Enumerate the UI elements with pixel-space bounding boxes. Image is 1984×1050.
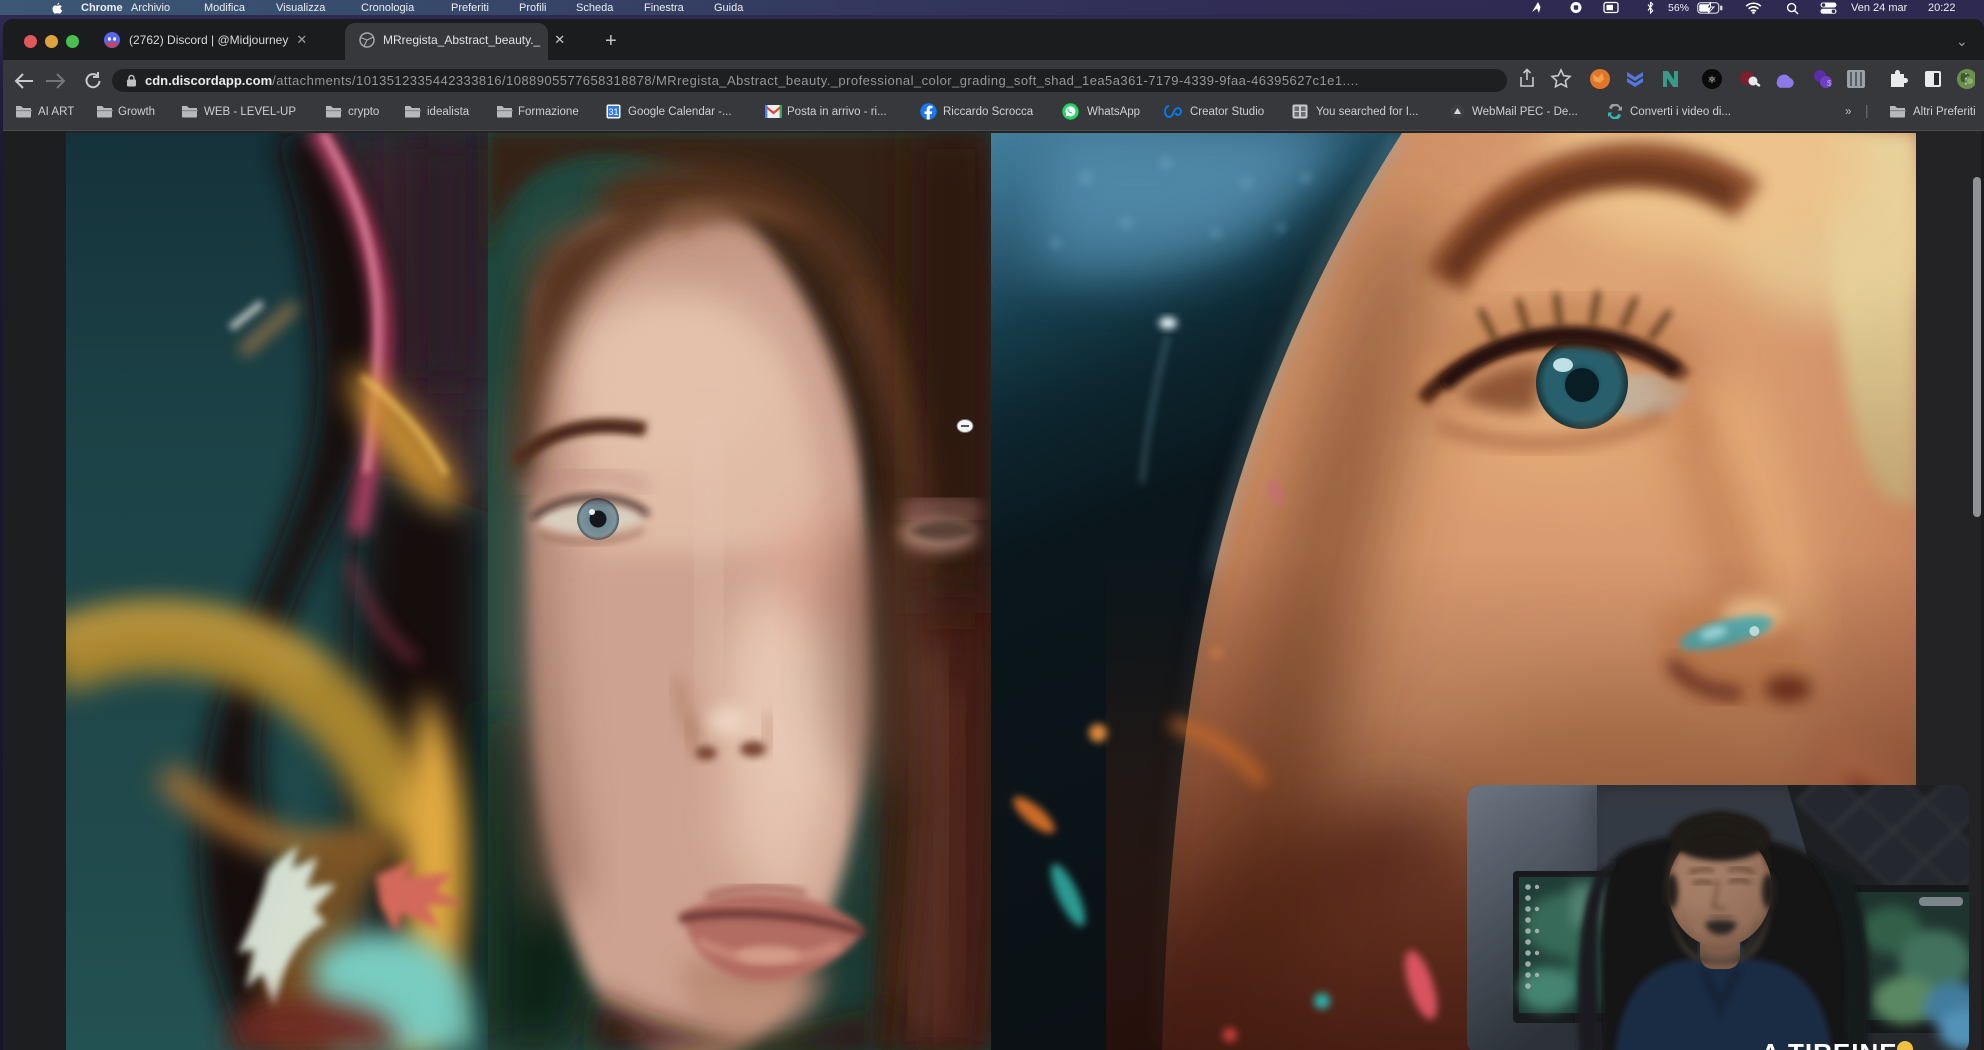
svg-text:⚛: ⚛ — [1708, 75, 1717, 86]
svg-text:$: $ — [1827, 79, 1832, 88]
svg-text:A TIREINE: A TIREINE — [1761, 1038, 1898, 1050]
svg-text:31: 31 — [608, 107, 618, 117]
